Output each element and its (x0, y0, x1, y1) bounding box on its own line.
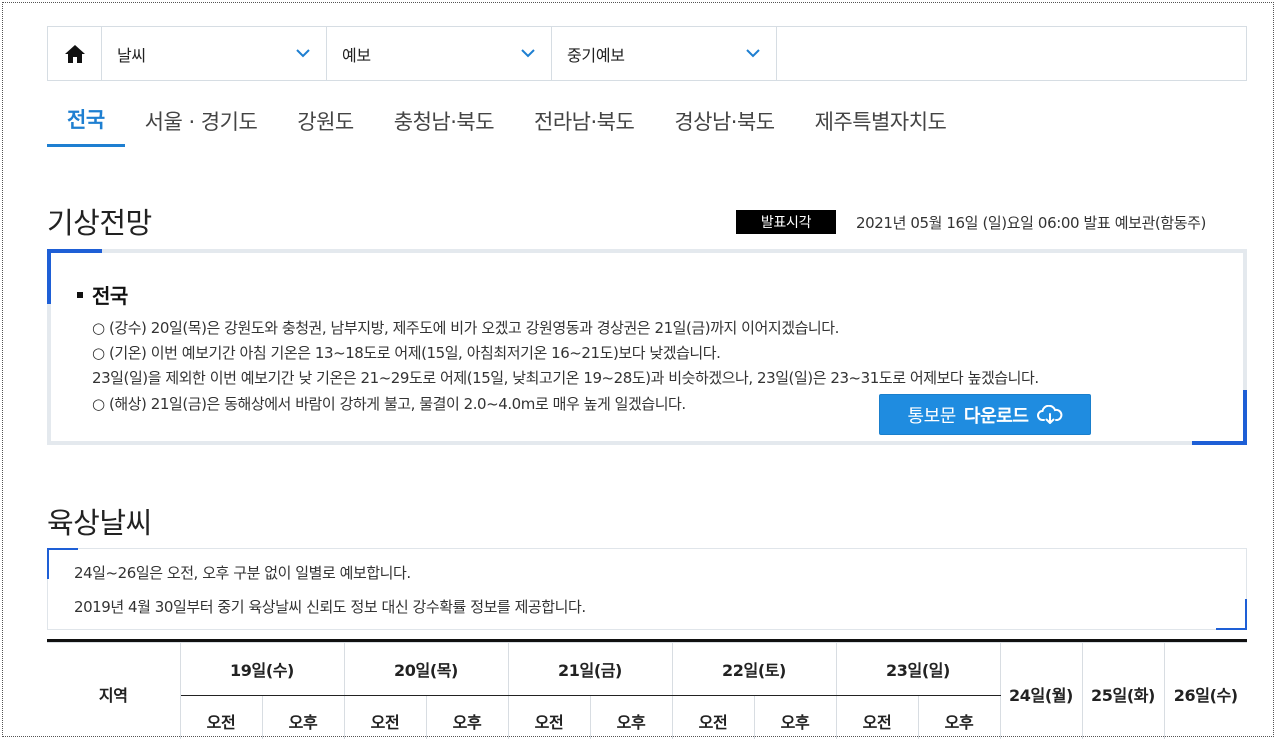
tab-nationwide[interactable]: 전국 (47, 94, 125, 147)
pm-header: 오후 (261, 695, 345, 739)
day-header: 26일(수) (1163, 642, 1247, 739)
tab-chungcheong[interactable]: 충청남·북도 (374, 94, 514, 147)
land-weather-title: 육상날씨 (47, 506, 152, 540)
am-header: 오전 (343, 695, 427, 739)
summary-line-marine: ○ (해상) 21일(금)은 동해상에서 바람이 강하게 불고, 물결이 2.0… (92, 395, 686, 413)
day-header: 19일(수) (179, 642, 345, 696)
download-prefix: 통보문 (907, 405, 956, 427)
select-label: 예보 (342, 45, 371, 65)
day-header: 23일(일) (835, 642, 1001, 696)
day-header: 20일(목) (343, 642, 509, 696)
publish-time: 2021년 05월 16일 (일)요일 06:00 발표 예보관(함동주) (856, 213, 1206, 232)
pm-header: 오후 (425, 695, 509, 739)
breadcrumb-filler (777, 27, 1246, 80)
region-header: 지역 (47, 642, 181, 739)
home-button[interactable] (48, 27, 102, 80)
corner-decoration (1216, 599, 1247, 630)
download-label: 다운로드 (963, 405, 1029, 427)
day-header: 25일(화) (1081, 642, 1165, 739)
download-bulletin-button[interactable]: 통보문 다운로드 (879, 394, 1091, 435)
tab-gangwon[interactable]: 강원도 (277, 94, 373, 147)
corner-decoration (1192, 390, 1247, 445)
breadcrumb-select-forecast[interactable]: 예보 (327, 27, 552, 80)
land-forecast-table: 지역 19일(수) 20일(목) 21일(금) 22일(토) 23일(일) 24… (47, 639, 1247, 739)
region-tabs: 전국 서울 · 경기도 강원도 충청남·북도 전라남·북도 경상남·북도 제주특… (47, 94, 966, 147)
home-icon (64, 44, 85, 63)
summary-line-temp-morning: ○ (기온) 이번 예보기간 아침 기온은 13~18도로 어제(15일, 아침… (92, 344, 721, 362)
chevron-down-icon (296, 49, 310, 58)
breadcrumb-select-weather[interactable]: 날씨 (102, 27, 327, 80)
tab-seoul-gyeonggi[interactable]: 서울 · 경기도 (125, 94, 278, 147)
am-header: 오전 (671, 695, 755, 739)
select-label: 날씨 (117, 45, 146, 65)
summary-region-title: 전국 (77, 280, 128, 309)
summary-line-precip: ○ (강수) 20일(목)은 강원도와 충청권, 남부지방, 제주도에 비가 오… (92, 319, 839, 337)
pm-header: 오후 (753, 695, 837, 739)
breadcrumb-select-midterm[interactable]: 중기예보 (552, 27, 777, 80)
land-note: 2019년 4월 30일부터 중기 육상날씨 신뢰도 정보 대신 강수확률 정보… (74, 598, 586, 616)
cloud-download-icon (1036, 404, 1062, 424)
pm-header: 오후 (589, 695, 673, 739)
land-notes-box: 24일~26일은 오전, 오후 구분 없이 일별로 예보합니다. 2019년 4… (47, 548, 1247, 630)
chevron-down-icon (521, 49, 535, 58)
summary-line-temp-day: 23일(일)을 제외한 이번 예보기간 낮 기온은 21~29도로 어제(15일… (92, 369, 1039, 387)
am-header: 오전 (835, 695, 919, 739)
tab-jeju[interactable]: 제주특별자치도 (795, 94, 967, 147)
tab-gyeongsang[interactable]: 경상남·북도 (654, 94, 794, 147)
breadcrumb: 날씨 예보 중기예보 (47, 26, 1247, 81)
land-note: 24일~26일은 오전, 오후 구분 없이 일별로 예보합니다. (74, 564, 411, 582)
select-label: 중기예보 (567, 45, 625, 65)
day-header: 21일(금) (507, 642, 673, 696)
bullet-square-icon (77, 291, 83, 298)
am-header: 오전 (180, 695, 263, 739)
publish-time-badge: 발표시각 (736, 210, 836, 234)
summary-region-label: 전국 (92, 284, 128, 308)
forecast-summary-box: 전국 ○ (강수) 20일(목)은 강원도와 충청권, 남부지방, 제주도에 비… (47, 249, 1247, 445)
day-header: 22일(토) (671, 642, 837, 696)
am-header: 오전 (507, 695, 591, 739)
tab-jeolla[interactable]: 전라남·북도 (514, 94, 654, 147)
forecast-title: 기상전망 (47, 206, 152, 240)
day-header: 24일(월) (999, 642, 1083, 739)
chevron-down-icon (746, 49, 760, 58)
pm-header: 오후 (917, 695, 1000, 739)
